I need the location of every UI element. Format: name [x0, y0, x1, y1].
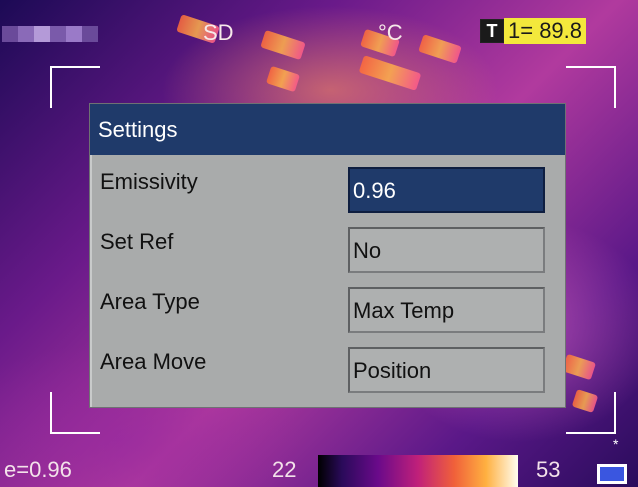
thermal-hotspot [260, 29, 306, 61]
settings-row-area-type[interactable]: Area Type Max Temp [90, 279, 565, 339]
emissivity-indicator: e=0.96 [4, 457, 72, 482]
row-label: Area Type [100, 289, 200, 314]
temperature-unit: °C [378, 20, 403, 45]
thermal-image-view: SD °C T 1= 89.8 Settings Emissivity 0.96… [0, 0, 638, 487]
thermal-hotspot [418, 34, 462, 64]
frame-corner-top-right [566, 66, 616, 108]
thermal-hotspot [265, 65, 301, 93]
row-label: Area Move [100, 349, 207, 374]
asterisk-icon: * [613, 436, 619, 452]
row-label: Set Ref [100, 229, 174, 254]
thermal-hotspot [561, 353, 597, 381]
area-move-field[interactable]: Position [348, 347, 545, 393]
settings-row-emissivity[interactable]: Emissivity 0.96 [90, 159, 565, 219]
frame-corner-bottom-right [566, 392, 616, 434]
settings-dialog: Settings Emissivity 0.96 Set Ref No Area… [89, 103, 566, 408]
thermal-hotspot [358, 55, 422, 91]
frame-corner-top-left [50, 66, 100, 108]
emissivity-field[interactable]: 0.96 [348, 167, 545, 213]
area-type-field[interactable]: Max Temp [348, 287, 545, 333]
set-ref-field[interactable]: No [348, 227, 545, 273]
settings-row-set-ref[interactable]: Set Ref No [90, 219, 565, 279]
scale-min-label: 22 [272, 457, 297, 482]
color-palette-bar [318, 455, 518, 487]
settings-row-area-move[interactable]: Area Move Position [90, 339, 565, 399]
row-label: Emissivity [100, 169, 198, 194]
pixelated-corner [2, 26, 98, 42]
readout-value: 1= 89.8 [504, 18, 587, 44]
capture-mode-icon [597, 464, 627, 484]
temperature-readout: T 1= 89.8 [480, 18, 587, 44]
thermometer-icon: T [480, 19, 504, 43]
scale-max-label: 53 [536, 457, 561, 482]
sd-card-indicator: SD [203, 20, 234, 45]
dialog-title: Settings [90, 104, 565, 155]
